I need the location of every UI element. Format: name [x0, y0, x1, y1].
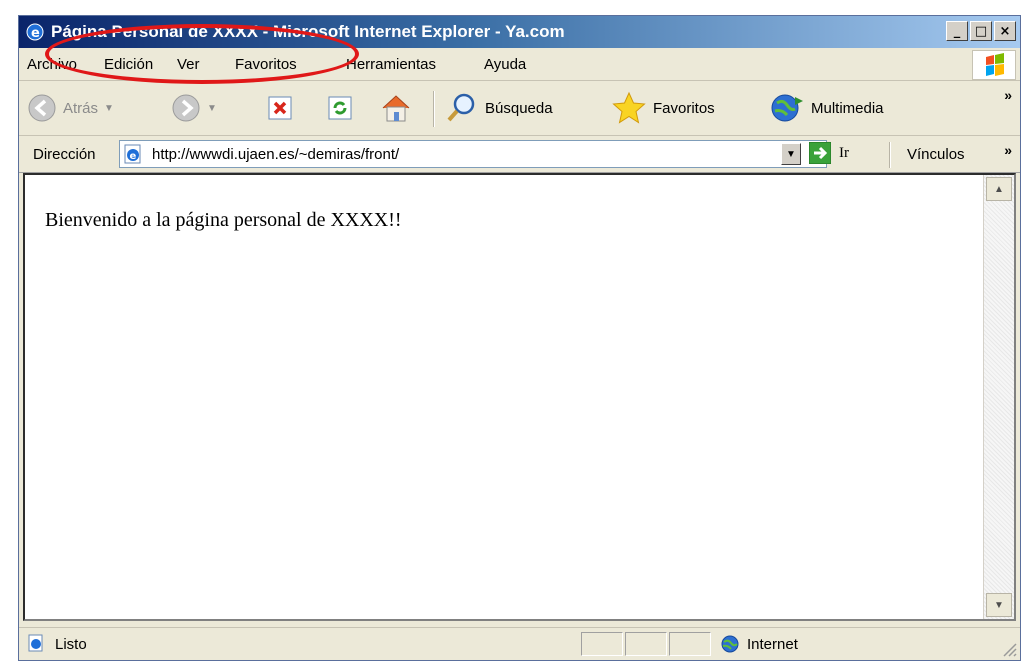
home-icon: [382, 95, 410, 122]
window-title: Página Personal de XXXX - Microsoft Inte…: [51, 22, 565, 41]
forward-button[interactable]: ▼: [171, 93, 217, 123]
windows-logo: [972, 50, 1016, 80]
refresh-button[interactable]: [327, 95, 353, 121]
menu-bar: Archivo Edición Ver Favoritos Herramient…: [19, 48, 1020, 81]
close-button[interactable]: ×: [994, 21, 1016, 41]
address-input[interactable]: e http://wwwdi.ujaen.es/~demiras/front/: [119, 140, 827, 168]
address-dropdown-button[interactable]: ▼: [781, 143, 801, 165]
security-zone: Internet: [715, 632, 995, 656]
ie-icon[interactable]: e: [25, 22, 45, 42]
links-separator: [889, 142, 891, 168]
go-label: Ir: [839, 144, 849, 161]
menu-edicion[interactable]: Edición: [104, 56, 153, 73]
back-dropdown-icon[interactable]: ▼: [104, 103, 114, 114]
menu-favoritos[interactable]: Favoritos: [235, 56, 297, 73]
scroll-up-button[interactable]: ▲: [986, 177, 1012, 201]
status-pane: [625, 632, 667, 656]
home-button[interactable]: [379, 91, 413, 125]
go-button[interactable]: Ir: [809, 142, 849, 164]
title-bar[interactable]: e Página Personal de XXXX - Microsoft In…: [19, 16, 1020, 48]
windows-logo-icon: [986, 53, 1004, 76]
refresh-icon: [328, 96, 352, 120]
favorites-label: Favoritos: [653, 99, 715, 117]
status-bar: Listo Internet: [19, 627, 1020, 660]
resize-grip-icon[interactable]: [1000, 640, 1018, 658]
ie-window: e Página Personal de XXXX - Microsoft In…: [18, 15, 1021, 661]
page-icon: e: [124, 144, 141, 164]
menu-ver[interactable]: Ver: [177, 56, 200, 73]
search-button[interactable]: Búsqueda: [445, 91, 553, 125]
search-icon: [447, 93, 475, 122]
status-pane: [669, 632, 711, 656]
address-label: Dirección: [33, 146, 96, 163]
page-welcome-text: Bienvenido a la página personal de XXXX!…: [45, 209, 402, 231]
svg-text:e: e: [31, 26, 40, 41]
stop-button[interactable]: [267, 95, 293, 121]
status-text: Listo: [55, 636, 87, 653]
menu-ayuda[interactable]: Ayuda: [484, 56, 526, 73]
scroll-down-button[interactable]: ▼: [986, 593, 1012, 617]
svg-text:e: e: [130, 151, 137, 162]
media-label: Multimedia: [811, 99, 884, 117]
address-bar: Dirección e http://wwwdi.ujaen.es/~demir…: [19, 136, 1020, 173]
page-status-icon: [28, 634, 43, 652]
menu-archivo[interactable]: Archivo: [27, 56, 77, 73]
links-more-chevron[interactable]: »: [1004, 142, 1012, 158]
media-icon: [771, 94, 803, 122]
back-label: Atrás: [63, 99, 99, 117]
go-arrow-icon: [809, 142, 831, 164]
maximize-button[interactable]: □: [970, 21, 992, 41]
back-button[interactable]: Atrás ▼: [27, 93, 114, 123]
menu-herramientas[interactable]: Herramientas: [346, 56, 436, 73]
page-content[interactable]: Bienvenido a la página personal de XXXX!…: [23, 173, 1016, 621]
forward-dropdown-icon[interactable]: ▼: [207, 103, 217, 114]
zone-label: Internet: [747, 635, 798, 653]
media-button[interactable]: Multimedia: [769, 91, 884, 125]
back-icon: [28, 94, 56, 122]
toolbar-separator: [433, 91, 435, 127]
favorites-button[interactable]: Favoritos: [611, 91, 715, 125]
status-pane: [581, 632, 623, 656]
address-url: http://wwwdi.ujaen.es/~demiras/front/: [152, 146, 400, 163]
favorites-star-icon: [612, 91, 646, 124]
stop-icon: [268, 96, 292, 120]
links-label[interactable]: Vínculos: [907, 146, 965, 163]
globe-icon: [721, 635, 739, 653]
search-label: Búsqueda: [485, 99, 553, 117]
toolbar-more-chevron[interactable]: »: [1004, 87, 1012, 103]
forward-icon: [172, 94, 200, 122]
minimize-button[interactable]: _: [946, 21, 968, 41]
standard-toolbar: Atrás ▼ ▼ Búsqueda Favoritos Multimedia …: [19, 81, 1020, 136]
vertical-scrollbar[interactable]: ▲ ▼: [983, 175, 1014, 619]
